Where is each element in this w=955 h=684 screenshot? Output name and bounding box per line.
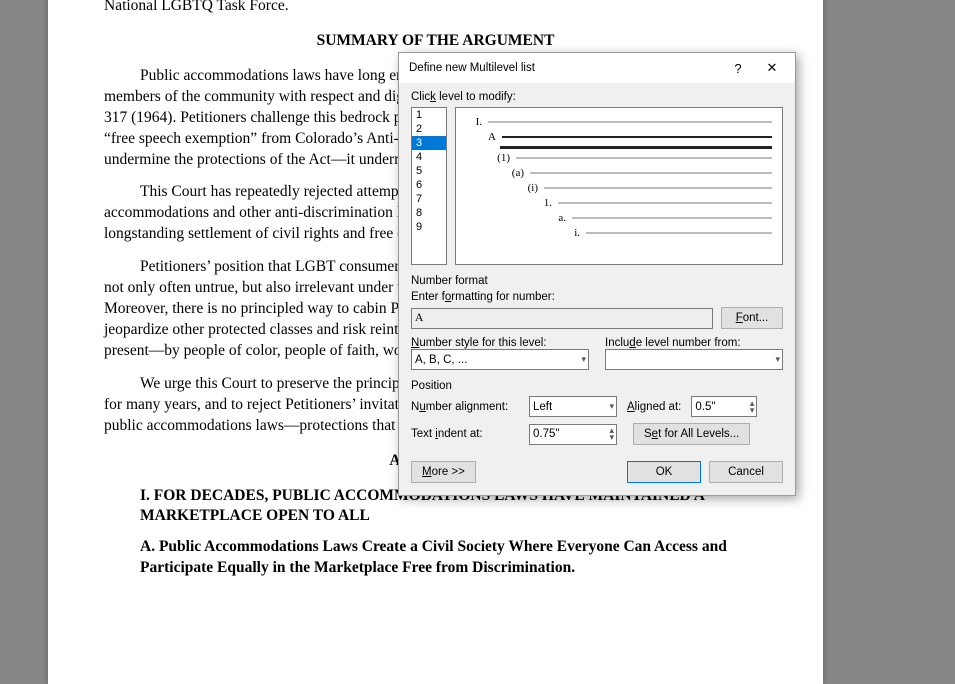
number-alignment-combo[interactable]: Left ▾ (529, 396, 617, 417)
number-format-input[interactable] (411, 308, 713, 329)
cancel-button[interactable]: Cancel (709, 461, 783, 483)
preview-level-row: (1) (494, 152, 772, 164)
close-button[interactable]: ✕ (755, 55, 789, 81)
ok-button[interactable]: OK (627, 461, 701, 483)
preview-level-row: a. (550, 212, 772, 224)
more-button[interactable]: More >> (411, 461, 476, 483)
spin-down-icon: ▾ (609, 434, 614, 441)
set-all-levels-button[interactable]: Set for All Levels... (633, 423, 750, 445)
body-text: National LGBTQ Task Force. (104, 0, 767, 17)
help-button[interactable]: ? (721, 55, 755, 81)
outline-level2: A. Public Accommodations Laws Create a C… (140, 537, 767, 579)
include-level-combo[interactable]: ▾ (605, 349, 783, 370)
level-item[interactable]: 1 (412, 108, 446, 122)
number-style-label: Number style for this level: (411, 337, 589, 349)
level-item[interactable]: 7 (412, 192, 446, 206)
chevron-down-icon: ▾ (775, 354, 780, 365)
level-item[interactable]: 2 (412, 122, 446, 136)
preview-level-row: I. (466, 116, 772, 128)
level-item[interactable]: 9 (412, 220, 446, 234)
preview-level-row: i. (564, 227, 772, 239)
preview-level-row: (i) (522, 182, 772, 194)
preview-level-row: A (480, 131, 772, 143)
include-level-label: Include level number from: (605, 337, 783, 349)
enter-formatting-label: Enter formatting for number: (411, 291, 783, 303)
aligned-at-label: Aligned at: (627, 401, 681, 413)
number-format-heading: Number format (411, 275, 783, 287)
font-button[interactable]: Font... (721, 307, 783, 329)
text-indent-spinner[interactable]: 0.75" ▴▾ (529, 424, 617, 445)
level-listbox[interactable]: 123456789 (411, 107, 447, 265)
number-style-combo[interactable]: A, B, C, ... ▾ (411, 349, 589, 370)
position-heading: Position (411, 380, 783, 392)
text-indent-label: Text indent at: (411, 428, 519, 440)
chevron-down-icon: ▾ (609, 401, 614, 412)
chevron-down-icon: ▾ (581, 354, 586, 365)
click-level-label: Click level to modify: (411, 91, 783, 103)
define-multilevel-list-dialog: Define new Multilevel list ? ✕ Click lev… (398, 52, 796, 496)
aligned-at-spinner[interactable]: 0.5" ▴▾ (691, 396, 757, 417)
preview-level-row: 1. (536, 197, 772, 209)
number-alignment-label: Number alignment: (411, 401, 519, 413)
level-item[interactable]: 8 (412, 206, 446, 220)
level-item[interactable]: 4 (412, 150, 446, 164)
preview-level-row: (a) (508, 167, 772, 179)
dialog-title: Define new Multilevel list (409, 62, 721, 74)
dialog-titlebar: Define new Multilevel list ? ✕ (399, 53, 795, 83)
heading-summary: SUMMARY OF THE ARGUMENT (104, 31, 767, 52)
level-item[interactable]: 6 (412, 178, 446, 192)
level-item[interactable]: 5 (412, 164, 446, 178)
spin-down-icon: ▾ (750, 407, 755, 414)
list-preview: I. A (1) (a) (i) 1. a. i. (455, 107, 783, 265)
level-item[interactable]: 3 (412, 136, 446, 150)
